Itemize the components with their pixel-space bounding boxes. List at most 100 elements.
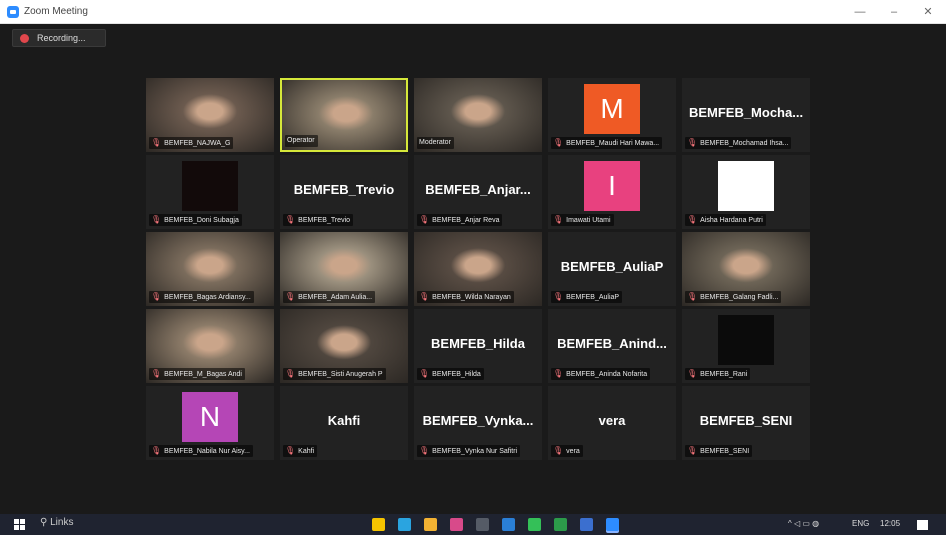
participant-tile[interactable]: N 🎙 BEMFEB_Nabila Nur Aisy... xyxy=(146,386,274,460)
participant-tile[interactable]: BEMFEB_Mocha... 🎙 BEMFEB_Mochamad Ihsa... xyxy=(682,78,810,152)
participant-tile[interactable]: Kahfi 🎙 Kahfi xyxy=(280,386,408,460)
participant-tile[interactable]: BEMFEB_Anjar... 🎙 BEMFEB_Anjar Reva xyxy=(414,155,542,229)
muted-mic-icon: 🎙 xyxy=(151,215,162,224)
participant-tile[interactable]: 🎙 BEMFEB_Doni Subagja xyxy=(146,155,274,229)
participant-name: BEMFEB_Anjar Reva xyxy=(432,217,500,224)
edge-icon[interactable] xyxy=(398,518,411,531)
close-button[interactable]: ✕ xyxy=(914,3,942,21)
muted-mic-icon: 🎙 xyxy=(151,446,162,455)
participant-name: BEMFEB_Galang Fadli... xyxy=(700,294,779,301)
participant-tile[interactable]: Operator xyxy=(280,78,408,152)
muted-mic-icon: 🎙 xyxy=(687,369,698,378)
participant-tile[interactable]: 🎙 BEMFEB_Wilda Narayan xyxy=(414,232,542,306)
participant-name-tag: 🎙 BEMFEB_SENI xyxy=(685,445,753,457)
participant-name-tag: 🎙 BEMFEB_Bagas Ardiansy... xyxy=(149,291,254,303)
chrome-icon[interactable] xyxy=(424,518,437,531)
tray-language[interactable]: ENG xyxy=(852,519,869,528)
participant-tile[interactable]: BEMFEB_Anind... 🎙 BEMFEB_Aninda Nofarita xyxy=(548,309,676,383)
taskbar-search[interactable]: ⚲ Links xyxy=(40,517,73,528)
participant-display-name: vera xyxy=(598,413,626,428)
participant-name: Kahfi xyxy=(298,448,315,455)
taskbar-search-label: Links xyxy=(50,517,74,528)
tray-clock[interactable]: 12:05 xyxy=(880,519,900,528)
participant-tile[interactable]: BEMFEB_SENI 🎙 BEMFEB_SENI xyxy=(682,386,810,460)
participant-avatar xyxy=(182,161,238,211)
participant-tile[interactable]: 🎙 BEMFEB_M_Bagas Andi xyxy=(146,309,274,383)
participant-avatar: N xyxy=(182,392,238,442)
muted-mic-icon: 🎙 xyxy=(553,215,564,224)
participant-name: Imawati Utami xyxy=(566,217,611,224)
participant-name-tag: 🎙 BEMFEB_Mochamad Ihsa... xyxy=(685,137,792,149)
recording-label: Recording... xyxy=(37,33,86,43)
participant-tile[interactable]: 🎙 Aisha Hardana Putri xyxy=(682,155,810,229)
participant-name-tag: 🎙 BEMFEB_Maudi Hari Mawa... xyxy=(551,137,663,149)
participant-tile[interactable]: 🎙 BEMFEB_Galang Fadli... xyxy=(682,232,810,306)
file-explorer-icon[interactable] xyxy=(372,518,385,531)
minimize-button[interactable]: — xyxy=(846,3,874,21)
muted-mic-icon: 🎙 xyxy=(151,369,162,378)
participant-tile[interactable]: vera 🎙 vera xyxy=(548,386,676,460)
participant-name-tag: 🎙 Aisha Hardana Putri xyxy=(685,214,766,226)
participant-name: Aisha Hardana Putri xyxy=(700,217,763,224)
participant-tile[interactable]: 🎙 BEMFEB_Bagas Ardiansy... xyxy=(146,232,274,306)
recording-dot-icon xyxy=(20,34,29,43)
muted-mic-icon: 🎙 xyxy=(687,292,698,301)
participant-tile[interactable]: 🎙 BEMFEB_NAJWA_G xyxy=(146,78,274,152)
participant-tile[interactable]: 🎙 BEMFEB_Sisti Anugerah P xyxy=(280,309,408,383)
participant-name: BEMFEB_SENI xyxy=(700,448,750,455)
participant-tile[interactable]: 🎙 BEMFEB_Rani xyxy=(682,309,810,383)
participant-name-tag: 🎙 BEMFEB_Wilda Narayan xyxy=(417,291,514,303)
participant-name-tag: 🎙 Imawati Utami xyxy=(551,214,614,226)
participant-tile[interactable]: BEMFEB_Trevio 🎙 BEMFEB_Trevio xyxy=(280,155,408,229)
participant-name: BEMFEB_Vynka Nur Safitri xyxy=(432,448,518,455)
participant-name: BEMFEB_AuliaP xyxy=(566,294,620,301)
media-icon[interactable] xyxy=(450,518,463,531)
muted-mic-icon: 🎙 xyxy=(687,138,698,147)
participant-name: BEMFEB_Wilda Narayan xyxy=(432,294,511,301)
muted-mic-icon: 🎙 xyxy=(419,446,430,455)
windows-start-icon[interactable] xyxy=(14,519,25,530)
participant-name-tag: 🎙 BEMFEB_Rani xyxy=(685,368,751,380)
participant-tile[interactable]: BEMFEB_Hilda 🎙 BEMFEB_Hilda xyxy=(414,309,542,383)
participant-avatar: M xyxy=(584,84,640,134)
participant-tile[interactable]: I 🎙 Imawati Utami xyxy=(548,155,676,229)
muted-mic-icon: 🎙 xyxy=(553,292,564,301)
zoom-app-icon xyxy=(7,6,19,18)
excel-icon[interactable] xyxy=(554,518,567,531)
participant-name: BEMFEB_Adam Aulia... xyxy=(298,294,373,301)
maximize-button[interactable]: – xyxy=(880,3,908,21)
participant-name: BEMFEB_Nabila Nur Aisy... xyxy=(164,448,250,455)
tray-icons[interactable]: ^ ◁ ▭ ◍ xyxy=(788,519,819,528)
recording-indicator[interactable]: Recording... xyxy=(12,29,106,47)
participant-tile[interactable]: BEMFEB_Vynka... 🎙 BEMFEB_Vynka Nur Safitri xyxy=(414,386,542,460)
participant-name-tag: 🎙 BEMFEB_Vynka Nur Safitri xyxy=(417,445,521,457)
zoom-icon[interactable] xyxy=(606,518,619,531)
participant-name-tag: 🎙 BEMFEB_Hilda xyxy=(417,368,484,380)
participant-name-tag: 🎙 BEMFEB_Nabila Nur Aisy... xyxy=(149,445,253,457)
muted-mic-icon: 🎙 xyxy=(419,292,430,301)
store-icon[interactable] xyxy=(502,518,515,531)
participant-name: BEMFEB_Rani xyxy=(700,371,748,378)
participant-name: BEMFEB_Sisti Anugerah P xyxy=(298,371,383,378)
participant-name-tag: 🎙 BEMFEB_Aninda Nofarita xyxy=(551,368,651,380)
participant-tile[interactable]: Moderator xyxy=(414,78,542,152)
participant-tile[interactable]: 🎙 BEMFEB_Adam Aulia... xyxy=(280,232,408,306)
whatsapp-icon[interactable] xyxy=(528,518,541,531)
participant-name-tag: 🎙 BEMFEB_M_Bagas Andi xyxy=(149,368,245,380)
notification-icon[interactable] xyxy=(917,520,928,530)
participant-name-tag: Operator xyxy=(285,135,318,147)
muted-mic-icon: 🎙 xyxy=(687,215,698,224)
participant-name-tag: Moderator xyxy=(417,137,454,149)
participant-tile[interactable]: BEMFEB_AuliaP 🎙 BEMFEB_AuliaP xyxy=(548,232,676,306)
participant-tile[interactable]: M 🎙 BEMFEB_Maudi Hari Mawa... xyxy=(548,78,676,152)
windows-taskbar: ⚲ Links ^ ◁ ▭ ◍ ENG 12:05 xyxy=(0,514,946,535)
participant-name: BEMFEB_Hilda xyxy=(432,371,481,378)
calculator-icon[interactable] xyxy=(476,518,489,531)
participant-name: Moderator xyxy=(419,139,451,146)
participant-display-name: BEMFEB_Trevio xyxy=(293,182,395,197)
participant-avatar xyxy=(718,161,774,211)
participant-display-name: BEMFEB_Anjar... xyxy=(425,182,531,197)
word-icon[interactable] xyxy=(580,518,593,531)
muted-mic-icon: 🎙 xyxy=(553,138,564,147)
participant-name: BEMFEB_Trevio xyxy=(298,217,351,224)
